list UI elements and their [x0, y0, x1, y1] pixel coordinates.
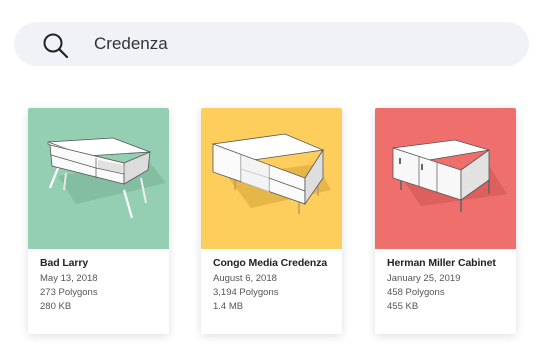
result-card-herman-miller-cabinet[interactable]: Herman Miller Cabinet January 25, 2019 4… [375, 108, 516, 334]
sideboard-illustration [28, 108, 169, 249]
search-icon[interactable] [42, 32, 70, 60]
card-polygons: 458 Polygons [387, 287, 445, 298]
card-polygons: 273 Polygons [40, 287, 98, 298]
credenza-illustration [201, 108, 342, 249]
cabinet-illustration [375, 108, 516, 249]
card-title: Congo Media Credenza [213, 257, 328, 269]
card-info: Bad Larry May 13, 2018 273 Polygons 280 … [40, 257, 163, 314]
card-date: January 25, 2019 [387, 273, 461, 284]
card-file-size: 455 KB [387, 301, 419, 312]
model-thumbnail[interactable] [201, 108, 342, 249]
card-info: Congo Media Credenza August 6, 2018 3,19… [213, 257, 336, 314]
result-card-bad-larry[interactable]: Bad Larry May 13, 2018 273 Polygons 280 … [28, 108, 169, 334]
search-bar[interactable] [14, 22, 529, 66]
model-thumbnail[interactable] [28, 108, 169, 249]
model-search-page: Bad Larry May 13, 2018 273 Polygons 280 … [0, 0, 544, 362]
card-file-size: 280 KB [40, 301, 72, 312]
card-title: Herman Miller Cabinet [387, 257, 496, 269]
card-date: May 13, 2018 [40, 273, 98, 284]
card-date: August 6, 2018 [213, 273, 277, 284]
card-info: Herman Miller Cabinet January 25, 2019 4… [387, 257, 510, 314]
card-file-size: 1.4 MB [213, 301, 244, 312]
search-input[interactable] [94, 22, 514, 66]
model-thumbnail[interactable] [375, 108, 516, 249]
card-polygons: 3,194 Polygons [213, 287, 279, 298]
result-card-congo-media-credenza[interactable]: Congo Media Credenza August 6, 2018 3,19… [201, 108, 342, 334]
card-title: Bad Larry [40, 257, 89, 269]
